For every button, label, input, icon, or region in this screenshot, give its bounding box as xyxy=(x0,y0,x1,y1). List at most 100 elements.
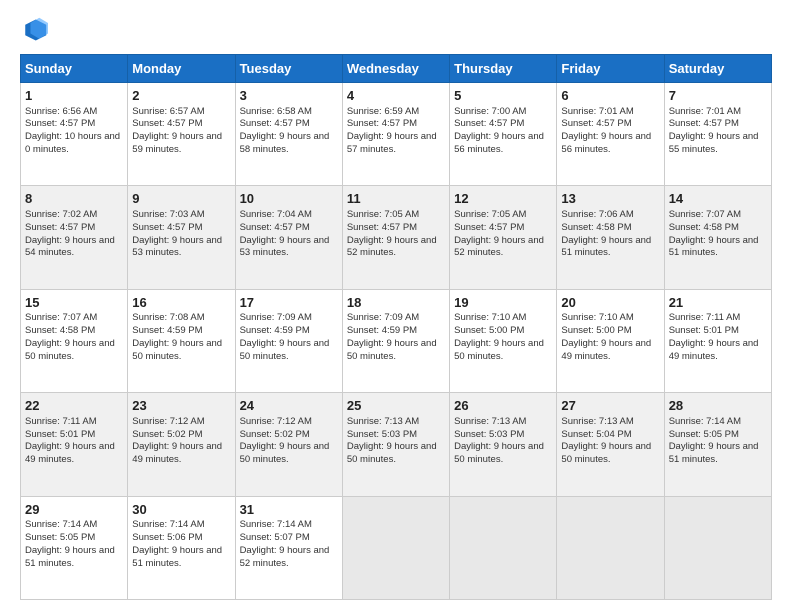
day-number: 5 xyxy=(454,87,552,105)
sunset-text: Sunset: 5:02 PM xyxy=(132,429,202,440)
table-row: 14Sunrise: 7:07 AMSunset: 4:58 PMDayligh… xyxy=(664,186,771,289)
table-row: 8Sunrise: 7:02 AMSunset: 4:57 PMDaylight… xyxy=(21,186,128,289)
daylight-text: Daylight: 9 hours and 50 minutes. xyxy=(240,441,330,465)
day-number: 9 xyxy=(132,190,230,208)
sunset-text: Sunset: 5:01 PM xyxy=(25,429,95,440)
col-sunday: Sunday xyxy=(21,55,128,83)
sunset-text: Sunset: 4:57 PM xyxy=(132,222,202,233)
day-number: 13 xyxy=(561,190,659,208)
sunset-text: Sunset: 5:03 PM xyxy=(347,429,417,440)
daylight-text: Daylight: 9 hours and 59 minutes. xyxy=(132,131,222,155)
table-row: 20Sunrise: 7:10 AMSunset: 5:00 PMDayligh… xyxy=(557,289,664,392)
daylight-text: Daylight: 9 hours and 51 minutes. xyxy=(561,235,651,259)
calendar-week-row: 29Sunrise: 7:14 AMSunset: 5:05 PMDayligh… xyxy=(21,496,772,599)
sunset-text: Sunset: 4:57 PM xyxy=(347,118,417,129)
table-row: 4Sunrise: 6:59 AMSunset: 4:57 PMDaylight… xyxy=(342,83,449,186)
sunrise-text: Sunrise: 7:14 AM xyxy=(25,519,97,530)
sunrise-text: Sunrise: 7:11 AM xyxy=(669,312,741,323)
daylight-text: Daylight: 9 hours and 50 minutes. xyxy=(347,338,437,362)
sunrise-text: Sunrise: 7:01 AM xyxy=(561,106,633,117)
page: Sunday Monday Tuesday Wednesday Thursday… xyxy=(0,0,792,612)
day-number: 6 xyxy=(561,87,659,105)
sunrise-text: Sunrise: 7:10 AM xyxy=(561,312,633,323)
daylight-text: Daylight: 9 hours and 49 minutes. xyxy=(25,441,115,465)
sunrise-text: Sunrise: 7:10 AM xyxy=(454,312,526,323)
col-tuesday: Tuesday xyxy=(235,55,342,83)
col-monday: Monday xyxy=(128,55,235,83)
header xyxy=(20,16,772,44)
sunset-text: Sunset: 4:59 PM xyxy=(240,325,310,336)
table-row: 7Sunrise: 7:01 AMSunset: 4:57 PMDaylight… xyxy=(664,83,771,186)
day-number: 8 xyxy=(25,190,123,208)
logo xyxy=(20,16,52,44)
sunset-text: Sunset: 4:57 PM xyxy=(561,118,631,129)
sunset-text: Sunset: 5:00 PM xyxy=(454,325,524,336)
col-wednesday: Wednesday xyxy=(342,55,449,83)
sunset-text: Sunset: 5:01 PM xyxy=(669,325,739,336)
sunrise-text: Sunrise: 7:03 AM xyxy=(132,209,204,220)
sunrise-text: Sunrise: 7:09 AM xyxy=(347,312,419,323)
daylight-text: Daylight: 9 hours and 51 minutes. xyxy=(669,235,759,259)
table-row: 30Sunrise: 7:14 AMSunset: 5:06 PMDayligh… xyxy=(128,496,235,599)
daylight-text: Daylight: 10 hours and 0 minutes. xyxy=(25,131,120,155)
table-row: 1Sunrise: 6:56 AMSunset: 4:57 PMDaylight… xyxy=(21,83,128,186)
daylight-text: Daylight: 9 hours and 51 minutes. xyxy=(25,545,115,569)
sunset-text: Sunset: 4:57 PM xyxy=(347,222,417,233)
sunset-text: Sunset: 4:57 PM xyxy=(25,222,95,233)
calendar-week-row: 8Sunrise: 7:02 AM Sunset: 4:57 PM Daylight… xyxy=(21,186,772,289)
daylight-text: Daylight: 9 hours and 51 minutes. xyxy=(669,441,759,465)
sunrise-text: Sunrise: 6:58 AM xyxy=(240,106,312,117)
sunrise-text: Sunrise: 7:14 AM xyxy=(240,519,312,530)
day-number: 27 xyxy=(561,397,659,415)
day-number: 31 xyxy=(240,501,338,519)
sunrise-text: Sunrise: 7:02 AM xyxy=(25,209,97,220)
sunset-text: Sunset: 4:58 PM xyxy=(669,222,739,233)
daylight-text: Daylight: 9 hours and 50 minutes. xyxy=(454,441,544,465)
logo-icon xyxy=(20,16,48,44)
daylight-text: Daylight: 9 hours and 56 minutes. xyxy=(454,131,544,155)
sunset-text: Sunset: 4:57 PM xyxy=(240,118,310,129)
daylight-text: Daylight: 9 hours and 51 minutes. xyxy=(132,545,222,569)
day-number: 30 xyxy=(132,501,230,519)
sunrise-text: Sunrise: 7:04 AM xyxy=(240,209,312,220)
sunrise-text: Sunrise: 7:09 AM xyxy=(240,312,312,323)
sunset-text: Sunset: 4:58 PM xyxy=(561,222,631,233)
sunset-text: Sunset: 4:57 PM xyxy=(454,118,524,129)
sunrise-text: Sunrise: 7:01 AM xyxy=(669,106,741,117)
table-row: 6Sunrise: 7:01 AMSunset: 4:57 PM Daylight… xyxy=(557,83,664,186)
daylight-text: Daylight: 9 hours and 50 minutes. xyxy=(454,338,544,362)
sunrise-text: Sunrise: 7:08 AM xyxy=(132,312,204,323)
day-number: 17 xyxy=(240,294,338,312)
sunset-text: Sunset: 5:03 PM xyxy=(454,429,524,440)
day-number: 10 xyxy=(240,190,338,208)
sunrise-text: Sunrise: 7:00 AM xyxy=(454,106,526,117)
sunrise-text: Sunrise: 7:14 AM xyxy=(669,416,741,427)
day-number: 19 xyxy=(454,294,552,312)
sunset-text: Sunset: 4:57 PM xyxy=(132,118,202,129)
sunset-text: Sunset: 5:05 PM xyxy=(669,429,739,440)
sunrise-text: Sunrise: 6:57 AM xyxy=(132,106,204,117)
sunset-text: Sunset: 5:07 PM xyxy=(240,532,310,543)
daylight-text: Daylight: 9 hours and 50 minutes. xyxy=(347,441,437,465)
calendar-table: Sunday Monday Tuesday Wednesday Thursday… xyxy=(20,54,772,600)
daylight-text: Daylight: 9 hours and 53 minutes. xyxy=(132,235,222,259)
col-saturday: Saturday xyxy=(664,55,771,83)
sunset-text: Sunset: 5:05 PM xyxy=(25,532,95,543)
table-row: 26Sunrise: 7:13 AMSunset: 5:03 PMDayligh… xyxy=(450,393,557,496)
daylight-text: Daylight: 9 hours and 56 minutes. xyxy=(561,131,651,155)
table-row: 31Sunrise: 7:14 AMSunset: 5:07 PMDayligh… xyxy=(235,496,342,599)
sunrise-text: Sunrise: 6:56 AM xyxy=(25,106,97,117)
day-number: 1 xyxy=(25,87,123,105)
day-number: 16 xyxy=(132,294,230,312)
day-number: 4 xyxy=(347,87,445,105)
daylight-text: Daylight: 9 hours and 57 minutes. xyxy=(347,131,437,155)
sunrise-text: Sunrise: 7:07 AM xyxy=(25,312,97,323)
table-row: 21Sunrise: 7:11 AMSunset: 5:01 PMDayligh… xyxy=(664,289,771,392)
table-row: 2Sunrise: 6:57 AMSunset: 4:57 PMDaylight… xyxy=(128,83,235,186)
calendar-week-row: 1Sunrise: 6:56 AM Sunset: 4:57 PM Daylight… xyxy=(21,83,772,186)
table-row: 18Sunrise: 7:09 AMSunset: 4:59 PMDayligh… xyxy=(342,289,449,392)
sunrise-text: Sunrise: 7:05 AM xyxy=(347,209,419,220)
table-row: 23Sunrise: 7:12 AMSunset: 5:02 PMDayligh… xyxy=(128,393,235,496)
table-row: 19Sunrise: 7:10 AM Sunset: 5:00 PM Dayligh… xyxy=(450,289,557,392)
daylight-text: Daylight: 9 hours and 58 minutes. xyxy=(240,131,330,155)
